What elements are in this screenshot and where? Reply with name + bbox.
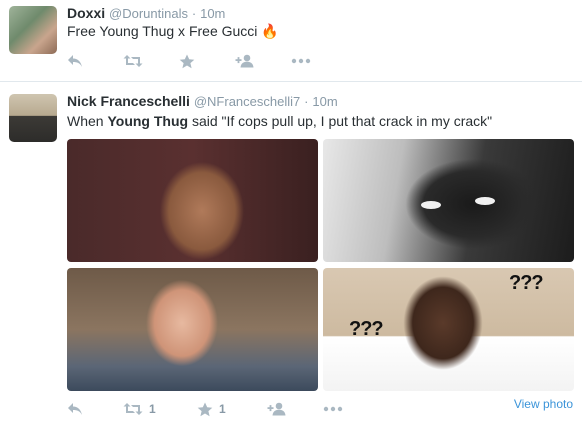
more-icon [291, 58, 311, 64]
tweet-nick-franceschelli[interactable]: Nick Franceschelli @NFranceschelli7 · 10… [0, 83, 582, 433]
reply-button[interactable] [67, 52, 123, 70]
photo-grid: ??? ??? [67, 139, 574, 391]
tweet-actions [67, 52, 347, 70]
view-photo-link[interactable]: View photo [514, 397, 573, 411]
question-marks: ??? [509, 272, 544, 294]
photo-1[interactable] [67, 139, 318, 262]
more-button[interactable] [323, 400, 379, 418]
favorite-count: 1 [219, 402, 226, 416]
separator: · [191, 6, 197, 21]
avatar[interactable] [9, 6, 57, 54]
tweet-text: When Young Thug said "If cops pull up, I… [67, 112, 492, 130]
photo-2[interactable] [323, 139, 574, 262]
timestamp[interactable]: 10m [200, 6, 225, 21]
photo-4[interactable]: ??? ??? [323, 268, 574, 391]
favorite-button[interactable] [179, 52, 235, 70]
reply-icon [68, 55, 82, 67]
timestamp[interactable]: 10m [312, 94, 337, 109]
tweet-text-body: Free Young Thug x Free Gucci [67, 23, 258, 39]
tweet-text-start: When [67, 113, 108, 129]
avatar[interactable] [9, 94, 57, 142]
user-handle[interactable]: @Doruntinals [109, 6, 188, 21]
tweet-text: Free Young Thug x Free Gucci 🔥 [67, 22, 279, 40]
follow-icon [235, 54, 254, 68]
tweet-text-quote: said "If cops pull up, I put that crack … [188, 113, 493, 129]
fire-emoji: 🔥 [261, 23, 279, 39]
more-icon [323, 406, 343, 412]
tweet-header: Doxxi @Doruntinals · 10m [67, 4, 225, 23]
follow-button[interactable] [235, 52, 291, 70]
follow-icon [267, 402, 286, 416]
retweet-button[interactable]: 1 [123, 400, 197, 418]
photo-detail [475, 197, 495, 205]
tweet-actions: 1 1 [67, 400, 379, 418]
retweet-icon [123, 55, 143, 67]
reply-button[interactable] [67, 400, 123, 418]
reply-icon [68, 403, 82, 415]
tweet-doxxi[interactable]: Doxxi @Doruntinals · 10m Free Young Thug… [0, 0, 582, 82]
retweet-count: 1 [149, 402, 156, 416]
retweet-button[interactable] [123, 52, 179, 70]
more-button[interactable] [291, 52, 347, 70]
photo-3[interactable] [67, 268, 318, 391]
user-name[interactable]: Doxxi [67, 5, 105, 21]
retweet-icon [123, 403, 143, 415]
separator: · [304, 94, 309, 109]
follow-button[interactable] [267, 400, 323, 418]
star-icon [197, 402, 213, 416]
photo-detail [421, 201, 441, 209]
user-handle[interactable]: @NFranceschelli7 [194, 94, 300, 109]
favorite-button[interactable]: 1 [197, 400, 267, 418]
question-marks: ??? [349, 318, 384, 340]
user-name[interactable]: Nick Franceschelli [67, 93, 190, 109]
star-icon [179, 54, 195, 68]
tweet-header: Nick Franceschelli @NFranceschelli7 · 10… [67, 92, 338, 111]
mention-young-thug: Young Thug [107, 113, 189, 129]
